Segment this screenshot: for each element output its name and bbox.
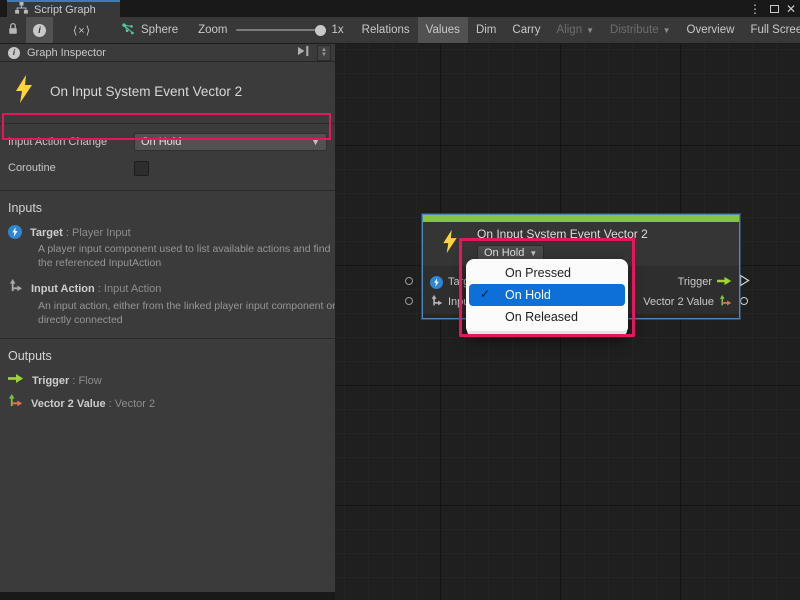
menu-item-on-pressed[interactable]: On Pressed: [466, 262, 628, 284]
player-input-icon: [8, 225, 22, 239]
info-icon: i: [8, 47, 20, 59]
titlebar: Script Graph ⋮ ✕: [0, 0, 800, 17]
toolbar-button-dim[interactable]: Dim: [468, 17, 504, 43]
tab-script-graph[interactable]: Script Graph: [7, 0, 120, 17]
inspector-node-title: On Input System Event Vector 2: [50, 84, 242, 99]
input-action-icon: [8, 278, 23, 298]
script-machine-icon: [121, 22, 135, 39]
code-preview-button[interactable]: ⟨×⟩: [53, 17, 111, 43]
input-pin-target: Target : Player Input A player input com…: [0, 217, 335, 270]
maximize-icon[interactable]: [770, 5, 779, 13]
input-port-target[interactable]: [405, 277, 413, 285]
toolbar-button-distribute[interactable]: Distribute▼: [602, 17, 679, 43]
close-icon[interactable]: ✕: [786, 3, 796, 15]
graph-target-picker[interactable]: Sphere: [111, 17, 188, 43]
vector2-arrows-icon: [719, 294, 732, 310]
zoom-control: Zoom 1x: [188, 17, 354, 43]
inspector-header-title: Graph Inspector: [27, 47, 290, 59]
toolbar-button-carry[interactable]: Carry: [504, 17, 548, 43]
node-color-bar: [423, 215, 739, 222]
lock-icon: [7, 22, 19, 38]
panel-spinner[interactable]: ▲▼: [317, 45, 331, 61]
event-type-context-menu: On Pressed ✓ On Hold On Released: [466, 259, 628, 335]
menu-scroll-hint: [467, 331, 627, 335]
zoom-slider[interactable]: [236, 29, 324, 31]
input-pin-input-action: Input Action : Input Action An input act…: [0, 272, 335, 327]
menu-item-on-released[interactable]: On Released: [466, 306, 628, 328]
graph-hierarchy-icon: [15, 1, 28, 19]
zoom-value: 1x: [332, 24, 344, 36]
pin-description: A player input component used to list av…: [38, 243, 338, 270]
inspector-toggle-button[interactable]: i: [26, 17, 53, 43]
zoom-slider-handle[interactable]: [315, 25, 326, 36]
code-icon: ⟨×⟩: [73, 24, 91, 37]
unity-visual-scripting-window: Script Graph ⋮ ✕ i ⟨×⟩: [0, 0, 800, 600]
dropdown-arrow-icon: ▼: [586, 26, 594, 35]
pin-description: An input action, either from the linked …: [38, 300, 338, 327]
input-port-input-action[interactable]: [405, 297, 413, 305]
output-port-trigger[interactable]: [739, 274, 750, 292]
info-icon: i: [33, 24, 46, 37]
window-controls: ⋮ ✕: [747, 0, 796, 17]
output-pin-trigger: Trigger : Flow: [0, 365, 335, 389]
dropdown-arrow-icon: ▼: [663, 26, 671, 35]
graph-canvas[interactable]: On Input System Event Vector 2 On Hold ▼…: [335, 44, 800, 600]
graph-inspector-panel: i Graph Inspector ▲▼ On Input System Eve…: [0, 44, 335, 592]
checkmark-icon: ✓: [480, 287, 490, 301]
graph-toolbar: i ⟨×⟩ Sphere Zoom: [0, 17, 800, 44]
inspector-node-title-block: On Input System Event Vector 2: [0, 62, 335, 124]
toolbar-button-values[interactable]: Values: [418, 17, 468, 43]
input-action-change-dropdown[interactable]: On Hold ▼: [134, 133, 327, 151]
tab-label: Script Graph: [34, 4, 96, 16]
toolbar-button-align[interactable]: Align▼: [549, 17, 603, 43]
vector2-arrows-icon: [8, 393, 23, 413]
node-port-trigger[interactable]: Trigger: [678, 276, 732, 289]
input-action-change-row: Input Action Change On Hold ▼: [0, 130, 335, 154]
player-input-icon: [430, 276, 443, 289]
graph-target-label: Sphere: [141, 24, 178, 36]
toolbar-button-overview[interactable]: Overview: [679, 17, 743, 43]
input-action-icon: [430, 294, 443, 310]
event-bolt-icon: [12, 74, 36, 109]
input-action-change-label: Input Action Change: [8, 136, 134, 148]
chevron-down-icon: ▼: [529, 249, 537, 258]
inspector-header: i Graph Inspector ▲▼: [0, 44, 335, 62]
window-menu-icon[interactable]: ⋮: [747, 3, 763, 15]
flow-arrow-icon: [8, 371, 24, 389]
coroutine-checkbox[interactable]: [134, 161, 149, 176]
menu-item-on-hold[interactable]: ✓ On Hold: [469, 284, 625, 306]
node-port-vector2-value[interactable]: Vector 2 Value: [643, 294, 732, 310]
output-port-vector2[interactable]: [740, 297, 748, 305]
inputs-heading: Inputs: [0, 191, 335, 217]
flow-arrow-icon: [717, 276, 732, 289]
coroutine-row: Coroutine: [0, 156, 335, 180]
dropdown-value: On Hold: [141, 136, 311, 148]
toolbar-button-relations[interactable]: Relations: [354, 17, 418, 43]
lock-button[interactable]: [0, 17, 26, 43]
node-title: On Input System Event Vector 2: [477, 227, 739, 241]
output-pin-vector2: Vector 2 Value : Vector 2: [0, 389, 335, 413]
outputs-heading: Outputs: [0, 339, 335, 365]
chevron-down-icon: ▼: [311, 137, 320, 147]
event-bolt-icon: [440, 228, 460, 260]
toolbar-button-fullscreen[interactable]: Full Screen: [742, 17, 800, 43]
coroutine-label: Coroutine: [8, 162, 134, 174]
zoom-label: Zoom: [198, 24, 227, 36]
dock-panel-icon[interactable]: [297, 44, 310, 62]
